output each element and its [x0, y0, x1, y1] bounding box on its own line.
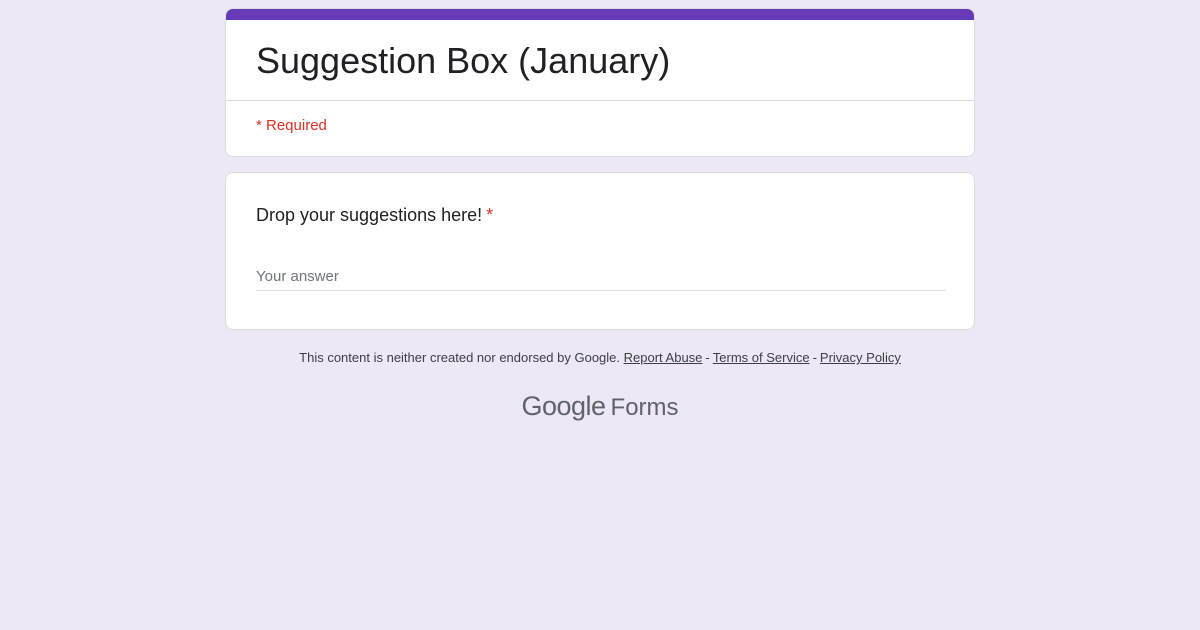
required-asterisk: *: [486, 205, 494, 225]
footer-separator: -: [705, 350, 710, 365]
disclaimer-text: This content is neither created nor endo…: [299, 350, 621, 365]
answer-input[interactable]: [256, 263, 946, 291]
form-title: Suggestion Box (January): [256, 40, 671, 81]
question-card: Drop your suggestions here! *: [225, 172, 975, 330]
footer-separator: -: [812, 350, 817, 365]
footer-disclaimer: This content is neither created nor endo…: [225, 349, 975, 367]
required-note: * Required: [256, 117, 327, 134]
terms-of-service-link[interactable]: Terms of Service: [713, 350, 810, 365]
header-accent-bar: [226, 9, 974, 20]
report-abuse-link[interactable]: Report Abuse: [624, 350, 703, 365]
question-text: Drop your suggestions here!: [256, 205, 483, 225]
form-header-card: Suggestion Box (January) * Required: [225, 8, 975, 157]
privacy-policy-link[interactable]: Privacy Policy: [820, 350, 901, 365]
google-forms-logo[interactable]: Google Forms: [0, 390, 1200, 424]
question-label: Drop your suggestions here! *: [256, 203, 493, 227]
google-wordmark: Google: [521, 391, 606, 421]
form-container: Suggestion Box (January) * Required Drop…: [225, 8, 975, 330]
forms-wordmark: Forms: [610, 394, 679, 421]
header-divider: [226, 100, 974, 101]
